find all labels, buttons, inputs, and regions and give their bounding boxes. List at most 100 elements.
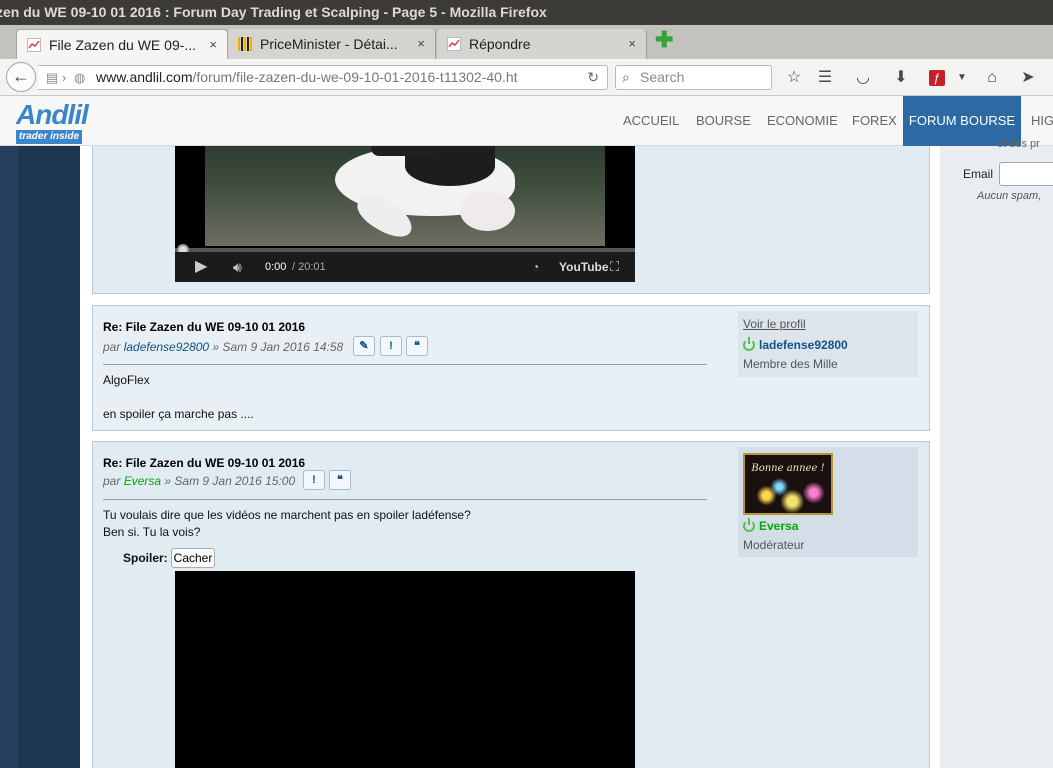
post-date: » Sam 9 Jan 2016 15:00: [164, 474, 296, 488]
reload-icon[interactable]: ↻: [587, 66, 599, 89]
watch-later-icon[interactable]: ◔: [532, 252, 539, 282]
post-divider: [103, 364, 707, 365]
tab-file-zazen[interactable]: File Zazen du WE 09-... ×: [16, 29, 228, 59]
tab-close-button[interactable]: ×: [209, 30, 217, 59]
online-status-icon: [743, 518, 755, 532]
post-divider: [103, 499, 707, 500]
site-header: Andlil trader inside ACCUEIL BOURSE ECON…: [0, 96, 1053, 146]
nav-accueil[interactable]: ACCUEIL: [623, 96, 679, 146]
play-icon[interactable]: ▶: [195, 252, 207, 282]
flash-icon[interactable]: ƒ: [929, 70, 945, 86]
nav-forex[interactable]: FOREX: [852, 96, 897, 146]
video-title-tab: [371, 146, 439, 156]
email-field[interactable]: [999, 162, 1053, 186]
video-frame: [205, 146, 605, 246]
youtube-video-player[interactable]: ▶ 🔊︎ 0:00 / 20:01 ◔ YouTube ⛶: [175, 146, 635, 282]
url-bar[interactable]: ▤ › ◍ www.andlil.com/forum/file-zazen-du…: [38, 65, 608, 90]
youtube-logo[interactable]: YouTube: [559, 252, 609, 282]
tab-priceminister[interactable]: PriceMinister - Détai... ×: [228, 29, 436, 59]
send-icon[interactable]: ➤: [1018, 68, 1038, 88]
window-title: zen du WE 09-10 01 2016 : Forum Day Trad…: [0, 4, 547, 20]
video-time-total: / 20:01: [292, 261, 326, 273]
url-host: www.andlil.com: [96, 69, 193, 85]
post-body-line: en spoiler ça marche pas ....: [103, 407, 254, 421]
post-author-link[interactable]: Eversa: [124, 474, 161, 488]
bookmark-star-icon[interactable]: ☆: [784, 68, 804, 88]
andlil-logo[interactable]: Andlil trader inside: [16, 99, 89, 144]
profile-username[interactable]: ladefense92800: [759, 338, 848, 352]
chart-favicon-icon: [447, 37, 461, 51]
profile-rank: Modérateur: [743, 538, 805, 552]
post-by: par: [103, 474, 121, 488]
spoiler-label: Spoiler:: [123, 551, 168, 565]
edit-post-button[interactable]: ✎: [353, 336, 375, 356]
sidebar-text: et des pr: [997, 138, 1040, 150]
quote-post-button[interactable]: ❝: [406, 336, 428, 356]
online-status-icon: [743, 337, 755, 351]
flash-dropdown-icon[interactable]: ▼: [952, 68, 972, 88]
post-title[interactable]: Re: File Zazen du WE 09-10 01 2016: [103, 456, 305, 470]
spoiler-toggle-button[interactable]: Cacher: [171, 548, 215, 568]
post-body-line: Ben si. Tu la vois?: [103, 525, 201, 539]
tab-title: PriceMinister - Détai...: [260, 36, 398, 52]
cat-paw: [460, 191, 515, 231]
post-body-line: AlgoFlex: [103, 373, 150, 387]
page-left-strip: [0, 96, 18, 768]
video-time-current: 0:00: [265, 261, 287, 273]
url-path: /forum/file-zazen-du-we-09-10-01-2016-t1…: [192, 69, 518, 85]
profile-rank: Membre des Mille: [743, 357, 838, 371]
post-body-line: Tu voulais dire que les vidéos ne marche…: [103, 508, 471, 522]
nav-bourse[interactable]: BOURSE: [696, 96, 751, 146]
identity-icon[interactable]: ›: [62, 66, 66, 89]
logo-wordmark: Andlil: [16, 99, 89, 130]
post-date: » Sam 9 Jan 2016 14:58: [212, 340, 344, 354]
tab-title: File Zazen du WE 09-...: [49, 37, 197, 53]
web-page: Andlil trader inside ACCUEIL BOURSE ECON…: [0, 96, 1053, 768]
email-label: Email: [963, 167, 994, 181]
back-button[interactable]: ←: [6, 62, 36, 92]
report-post-button[interactable]: !: [380, 336, 402, 356]
nav-toolbar: ▤ › ◍ www.andlil.com/forum/file-zazen-du…: [0, 59, 1053, 96]
priceminister-favicon-icon: [238, 37, 252, 51]
forum-post: Re: File Zazen du WE 09-10 01 2016 par E…: [92, 441, 930, 768]
post-meta: par Eversa » Sam 9 Jan 2016 15:00: [103, 474, 295, 488]
home-icon[interactable]: ⌂: [982, 68, 1002, 88]
no-spam-note: Aucun spam,: [977, 190, 1042, 202]
post-profile: Voir le profil ladefense92800 Membre des…: [738, 311, 918, 377]
fullscreen-icon[interactable]: ⛶: [610, 252, 619, 282]
search-input[interactable]: ⌕ Search: [615, 65, 772, 90]
tab-list-icon[interactable]: ▤: [46, 66, 58, 89]
post-meta: par ladefense92800 » Sam 9 Jan 2016 14:5…: [103, 340, 343, 354]
search-placeholder: Search: [640, 69, 685, 85]
tab-repondre[interactable]: Répondre ×: [437, 29, 647, 59]
report-post-button[interactable]: !: [303, 470, 325, 490]
pocket-icon[interactable]: ◡: [853, 68, 873, 88]
post-title[interactable]: Re: File Zazen du WE 09-10 01 2016: [103, 320, 305, 334]
sidebar: [940, 146, 1053, 768]
new-tab-button[interactable]: ✚: [655, 29, 673, 51]
nav-economie[interactable]: ECONOMIE: [767, 96, 838, 146]
avatar-caption: Bonne annee !: [751, 463, 825, 474]
profile-username[interactable]: Eversa: [759, 519, 798, 533]
video-controls: ▶ 🔊︎ 0:00 / 20:01 ◔ YouTube ⛶: [175, 252, 635, 282]
logo-tagline: trader inside: [16, 130, 82, 144]
quote-post-button[interactable]: ❝: [329, 470, 351, 490]
forum-post: Re: File Zazen du WE 09-10 01 2016 par l…: [92, 305, 930, 431]
view-profile-link[interactable]: Voir le profil: [743, 317, 806, 331]
downloads-icon[interactable]: ⬇: [891, 68, 911, 88]
embedded-video[interactable]: [175, 571, 635, 768]
post-by: par: [103, 340, 121, 354]
avatar[interactable]: Bonne annee !: [743, 453, 833, 515]
window-titlebar: zen du WE 09-10 01 2016 : Forum Day Trad…: [0, 0, 1053, 25]
tab-close-button[interactable]: ×: [417, 29, 425, 59]
tab-strip: File Zazen du WE 09-... × PriceMinister …: [0, 25, 1053, 59]
tab-title: Répondre: [469, 36, 531, 52]
search-icon: ⌕: [622, 69, 630, 85]
reading-list-icon[interactable]: ☰: [815, 68, 835, 88]
tab-close-button[interactable]: ×: [628, 29, 636, 59]
globe-icon: ◍: [74, 70, 86, 85]
url-text: www.andlil.com/forum/file-zazen-du-we-09…: [96, 66, 518, 89]
post-author-link[interactable]: ladefense92800: [124, 340, 209, 354]
post-profile: Bonne annee ! Eversa Modérateur: [738, 447, 918, 557]
volume-icon[interactable]: 🔊︎: [233, 252, 242, 282]
